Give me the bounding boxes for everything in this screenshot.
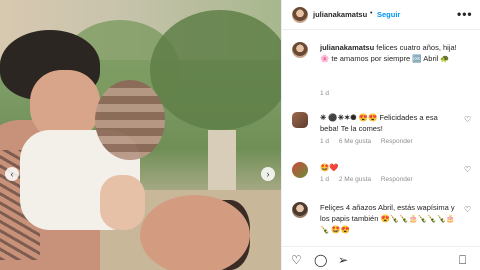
caption-avatar[interactable] <box>292 42 308 58</box>
comment-like-icon[interactable]: ♡ <box>464 205 471 214</box>
comment-bubble-icon[interactable]: ◯ <box>314 253 327 267</box>
comment-likes[interactable]: 2 Me gusta <box>339 176 371 183</box>
commenter-avatar[interactable] <box>292 112 308 128</box>
comment-like-icon[interactable]: ♡ <box>464 165 471 174</box>
carousel-next-button[interactable]: › <box>261 167 275 181</box>
comment-text: 🤩❤️ <box>320 163 339 172</box>
post-photo[interactable]: ‹ › <box>0 0 281 270</box>
post-side-panel: julianakamatsu • Seguir ••• julianakamat… <box>281 0 480 270</box>
comment-like-icon[interactable]: ♡ <box>464 115 471 124</box>
more-options-icon[interactable]: ••• <box>457 7 473 21</box>
comment-meta: 1 d 6 Me gusta Responder <box>320 138 421 145</box>
caption-time[interactable]: 1 d <box>320 90 329 97</box>
author-username[interactable]: julianakamatsu <box>313 10 367 19</box>
commenter-avatar[interactable] <box>292 162 308 178</box>
post-header: julianakamatsu • Seguir ••• <box>282 0 480 30</box>
follow-button[interactable]: Seguir <box>377 10 400 19</box>
post-actions-bar: ♡ ◯ ➢ ⎕ <box>282 246 480 270</box>
reply-button[interactable]: Responder <box>381 138 413 145</box>
like-heart-icon[interactable]: ♡ <box>291 253 302 267</box>
reply-button[interactable]: Responder <box>381 176 413 183</box>
carousel-prev-button[interactable]: ‹ <box>5 167 19 181</box>
comment-time[interactable]: 1 d <box>320 176 329 183</box>
comment-likes[interactable]: 6 Me gusta <box>339 138 371 145</box>
author-avatar[interactable] <box>292 7 308 23</box>
commenter-username[interactable]: ✳ ⚫✳✶✺ <box>320 113 357 122</box>
share-paper-plane-icon[interactable]: ➢ <box>338 253 348 267</box>
commenter-avatar[interactable] <box>292 202 308 218</box>
comment-time[interactable]: 1 d <box>320 138 329 145</box>
comment-text: Feliçes 4 añazos Abril, estás wapísima y… <box>320 203 456 234</box>
comments-list[interactable]: julianakamatsu felices cuatro años, hija… <box>282 36 480 238</box>
caption-username[interactable]: julianakamatsu <box>320 43 374 52</box>
blurred-baby-face <box>95 80 165 160</box>
header-separator: • <box>370 10 373 17</box>
save-bookmark-icon[interactable]: ⎕ <box>459 253 466 268</box>
comment-meta: 1 d 2 Me gusta Responder <box>320 176 421 183</box>
